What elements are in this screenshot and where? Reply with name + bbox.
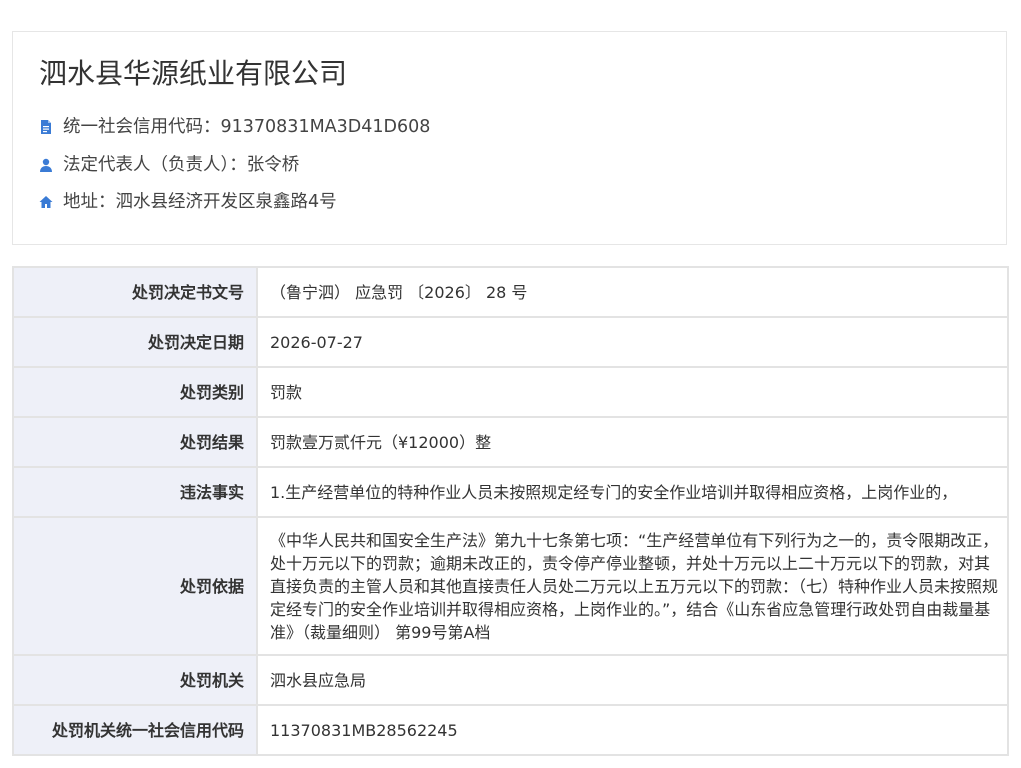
user-icon <box>39 158 53 172</box>
legal-rep-label: 法定代表人（负责人）： <box>63 155 247 175</box>
row-label: 处罚依据 <box>12 516 258 656</box>
credit-code-line: 统一社会信用代码： 91370831MA3D41D608 <box>39 115 430 139</box>
table-row: 处罚机关 泗水县应急局 <box>12 654 1009 706</box>
penalty-result-value: 罚款壹万贰仟元（¥12000）整 <box>256 416 1009 468</box>
table-row: 违法事实 1.生产经营单位的特种作业人员未按照规定经专门的安全作业培训并取得相应… <box>12 466 1009 518</box>
row-label: 处罚机关统一社会信用代码 <box>12 704 258 756</box>
legal-rep-value: 张令桥 <box>246 155 300 175</box>
address-value: 泗水县经济开发区泉鑫路4号 <box>115 192 337 212</box>
decision-date-value: 2026-07-27 <box>256 316 1009 368</box>
company-card: 泗水县华源纸业有限公司 统一社会信用代码： 91370831MA3D41D608… <box>12 31 1007 245</box>
authority-credit-code-value: 11370831MB28562245 <box>256 704 1009 756</box>
row-label: 处罚机关 <box>12 654 258 706</box>
table-row: 处罚依据 《中华人民共和国安全生产法》第九十七条第七项：“生产经营单位有下列行为… <box>12 516 1009 656</box>
row-label: 处罚决定书文号 <box>12 266 258 318</box>
credit-code-value: 91370831MA3D41D608 <box>220 117 431 137</box>
home-icon <box>39 195 53 209</box>
table-row: 处罚决定书文号 （鲁宁泗） 应急罚 〔2026〕 28 号 <box>12 266 1009 318</box>
credit-code-label: 统一社会信用代码： <box>63 117 221 137</box>
address-label: 地址： <box>63 192 116 212</box>
row-label: 处罚决定日期 <box>12 316 258 368</box>
row-label: 违法事实 <box>12 466 258 518</box>
decision-number-value: （鲁宁泗） 应急罚 〔2026〕 28 号 <box>256 266 1009 318</box>
penalty-detail-table: 处罚决定书文号 （鲁宁泗） 应急罚 〔2026〕 28 号 处罚决定日期 202… <box>12 266 1009 756</box>
table-row: 处罚类别 罚款 <box>12 366 1009 418</box>
penalty-basis-value: 《中华人民共和国安全生产法》第九十七条第七项：“生产经营单位有下列行为之一的，责… <box>256 516 1009 656</box>
violation-facts-value: 1.生产经营单位的特种作业人员未按照规定经专门的安全作业培训并取得相应资格，上岗… <box>256 466 1009 518</box>
legal-rep-line: 法定代表人（负责人）： 张令桥 <box>39 153 299 177</box>
penalty-category-value: 罚款 <box>256 366 1009 418</box>
row-label: 处罚结果 <box>12 416 258 468</box>
table-row: 处罚结果 罚款壹万贰仟元（¥12000）整 <box>12 416 1009 468</box>
company-name: 泗水县华源纸业有限公司 <box>39 57 348 90</box>
address-line: 地址： 泗水县经济开发区泉鑫路4号 <box>39 190 337 214</box>
table-row: 处罚决定日期 2026-07-27 <box>12 316 1009 368</box>
row-label: 处罚类别 <box>12 366 258 418</box>
penalty-authority-value: 泗水县应急局 <box>256 654 1009 706</box>
document-icon <box>39 120 53 134</box>
table-row: 处罚机关统一社会信用代码 11370831MB28562245 <box>12 704 1009 756</box>
